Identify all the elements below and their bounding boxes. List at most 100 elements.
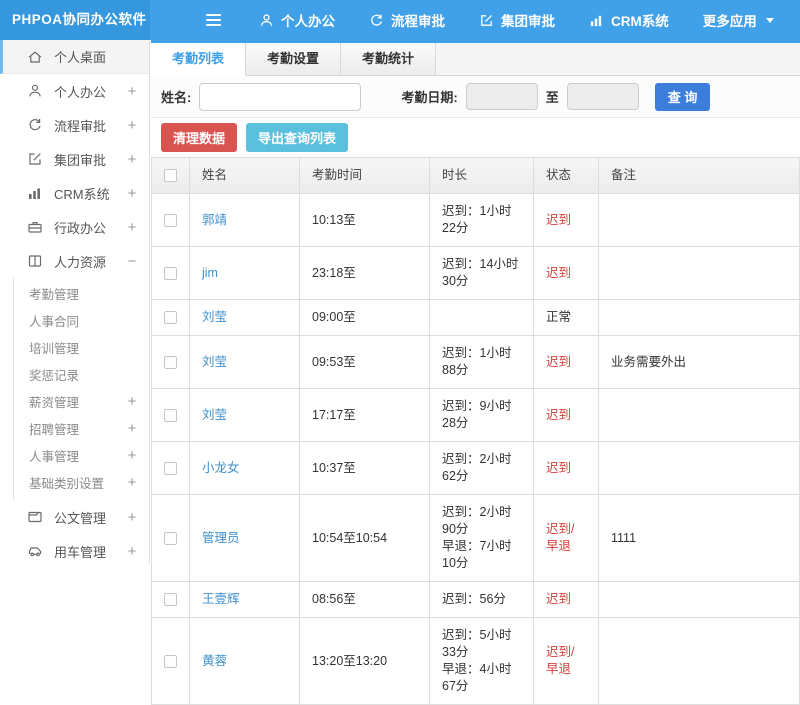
duration: 迟到：2小时62分	[430, 442, 534, 495]
document-icon	[27, 509, 43, 525]
edit-icon	[479, 13, 494, 28]
expand-icon[interactable]: +	[125, 219, 139, 236]
expand-icon[interactable]: +	[125, 474, 139, 491]
table-row: 刘莹 09:00至 正常	[152, 300, 800, 336]
status-badge: 迟到	[534, 194, 599, 247]
date-from-input[interactable]	[466, 83, 538, 110]
row-checkbox[interactable]	[164, 267, 177, 280]
row-checkbox[interactable]	[164, 409, 177, 422]
nav-workflow-approval[interactable]: 流程审批	[369, 10, 445, 30]
nav-more-apps[interactable]: 更多应用	[703, 10, 774, 30]
expand-icon[interactable]: +	[125, 447, 139, 464]
attendance-time: 10:37至	[300, 442, 430, 495]
tab-attendance-list[interactable]: 考勤列表	[151, 43, 246, 76]
sidebar: 个人桌面 个人办公 + 流程审批 + 集团审批 + CRM系统 + 行政办公 +…	[0, 40, 150, 563]
sidebar-item-personal-office[interactable]: 个人办公 +	[0, 74, 149, 108]
tab-attendance-statistics[interactable]: 考勤统计	[341, 43, 436, 75]
sidebar-subitem-recruitment-management[interactable]: 招聘管理 +	[14, 415, 149, 442]
select-all-checkbox[interactable]	[164, 169, 177, 182]
note	[599, 194, 800, 247]
expand-icon[interactable]: +	[125, 185, 139, 202]
sidebar-subitem-base-category-settings[interactable]: 基础类别设置 +	[14, 469, 149, 496]
row-checkbox[interactable]	[164, 214, 177, 227]
app-logo: PHPOA协同办公软件	[0, 0, 150, 40]
sidebar-item-personal-desktop[interactable]: 个人桌面	[0, 40, 149, 74]
expand-icon[interactable]: +	[125, 509, 139, 526]
collapse-icon[interactable]: −	[125, 253, 139, 270]
sidebar-subitem-reward-punishment[interactable]: 奖惩记录	[14, 361, 149, 388]
status-badge: 迟到	[534, 582, 599, 618]
sidebar-item-crm[interactable]: CRM系统 +	[0, 176, 149, 210]
nav-crm[interactable]: CRM系统	[589, 10, 669, 30]
employee-link[interactable]: 刘莹	[202, 408, 227, 422]
employee-link[interactable]: 管理员	[202, 531, 240, 545]
employee-link[interactable]: 黄蓉	[202, 654, 227, 668]
employee-link[interactable]: 郭靖	[202, 213, 227, 227]
date-to-input[interactable]	[567, 83, 639, 110]
sidebar-item-workflow-approval[interactable]: 流程审批 +	[0, 108, 149, 142]
home-icon	[27, 49, 43, 65]
sidebar-subitem-training-management[interactable]: 培训管理	[14, 334, 149, 361]
table-row: 小龙女 10:37至 迟到：2小时62分 迟到	[152, 442, 800, 495]
header-time: 考勤时间	[300, 158, 430, 194]
note	[599, 247, 800, 300]
briefcase-icon	[27, 219, 43, 235]
row-checkbox[interactable]	[164, 462, 177, 475]
menu-toggle-icon[interactable]	[202, 10, 225, 30]
row-checkbox[interactable]	[164, 593, 177, 606]
expand-icon[interactable]: +	[125, 151, 139, 168]
caret-down-icon	[766, 18, 774, 23]
hr-submenu: 考勤管理 人事合同 培训管理 奖惩记录 薪资管理 + 招聘管理 + 人事管理 +…	[13, 278, 149, 500]
status-badge: 迟到/早退	[534, 495, 599, 582]
top-navbar: PHPOA协同办公软件 个人办公 流程审批 集团审批 CRM系统 更多应用	[0, 0, 800, 40]
expand-icon[interactable]: +	[125, 393, 139, 410]
attendance-table: 姓名 考勤时间 时长 状态 备注 郭靖 10:13至 迟到：1小时22分 迟到 …	[151, 157, 800, 705]
duration: 迟到：5小时33分 早退：4小时67分	[430, 618, 534, 705]
nav-group-approval[interactable]: 集团审批	[479, 10, 555, 30]
table-row: 王壹辉 08:56至 迟到：56分 迟到	[152, 582, 800, 618]
employee-link[interactable]: 刘莹	[202, 310, 227, 324]
row-checkbox[interactable]	[164, 655, 177, 668]
flow-icon	[27, 117, 43, 133]
attendance-time: 10:13至	[300, 194, 430, 247]
sidebar-subitem-attendance-management[interactable]: 考勤管理	[14, 280, 149, 307]
row-checkbox[interactable]	[164, 311, 177, 324]
to-label: 至	[546, 87, 559, 106]
note: 1111	[599, 495, 800, 582]
duration: 迟到：9小时28分	[430, 389, 534, 442]
tab-attendance-settings[interactable]: 考勤设置	[246, 43, 341, 75]
row-checkbox[interactable]	[164, 356, 177, 369]
table-row: 黄蓉 13:20至13:20 迟到：5小时33分 早退：4小时67分 迟到/早退	[152, 618, 800, 705]
status-badge: 正常	[534, 300, 599, 336]
clean-data-button[interactable]: 清理数据	[161, 123, 237, 152]
note: 业务需要外出	[599, 336, 800, 389]
sidebar-subitem-salary-management[interactable]: 薪资管理 +	[14, 388, 149, 415]
nav-personal-office[interactable]: 个人办公	[259, 10, 335, 30]
employee-link[interactable]: 小龙女	[202, 461, 240, 475]
status-badge: 迟到	[534, 247, 599, 300]
export-list-button[interactable]: 导出查询列表	[246, 123, 348, 152]
status-badge: 迟到	[534, 336, 599, 389]
expand-icon[interactable]: +	[125, 543, 139, 560]
sidebar-subitem-hr-contract[interactable]: 人事合同	[14, 307, 149, 334]
expand-icon[interactable]: +	[125, 117, 139, 134]
duration: 迟到：14小时30分	[430, 247, 534, 300]
employee-link[interactable]: 刘莹	[202, 355, 227, 369]
attendance-time: 09:53至	[300, 336, 430, 389]
table-row: jim 23:18至 迟到：14小时30分 迟到	[152, 247, 800, 300]
sidebar-item-hr[interactable]: 人力资源 −	[0, 244, 149, 278]
sidebar-item-group-approval[interactable]: 集团审批 +	[0, 142, 149, 176]
status-badge: 迟到	[534, 442, 599, 495]
expand-icon[interactable]: +	[125, 83, 139, 100]
name-input[interactable]	[199, 83, 361, 111]
employee-link[interactable]: jim	[202, 266, 218, 280]
sidebar-item-admin-office[interactable]: 行政办公 +	[0, 210, 149, 244]
sidebar-item-document-management[interactable]: 公文管理 +	[0, 500, 149, 534]
sidebar-subitem-personnel-management[interactable]: 人事管理 +	[14, 442, 149, 469]
employee-link[interactable]: 王壹辉	[202, 592, 240, 606]
attendance-time: 08:56至	[300, 582, 430, 618]
search-button[interactable]: 查 询	[655, 83, 711, 111]
expand-icon[interactable]: +	[125, 420, 139, 437]
note	[599, 300, 800, 336]
row-checkbox[interactable]	[164, 532, 177, 545]
